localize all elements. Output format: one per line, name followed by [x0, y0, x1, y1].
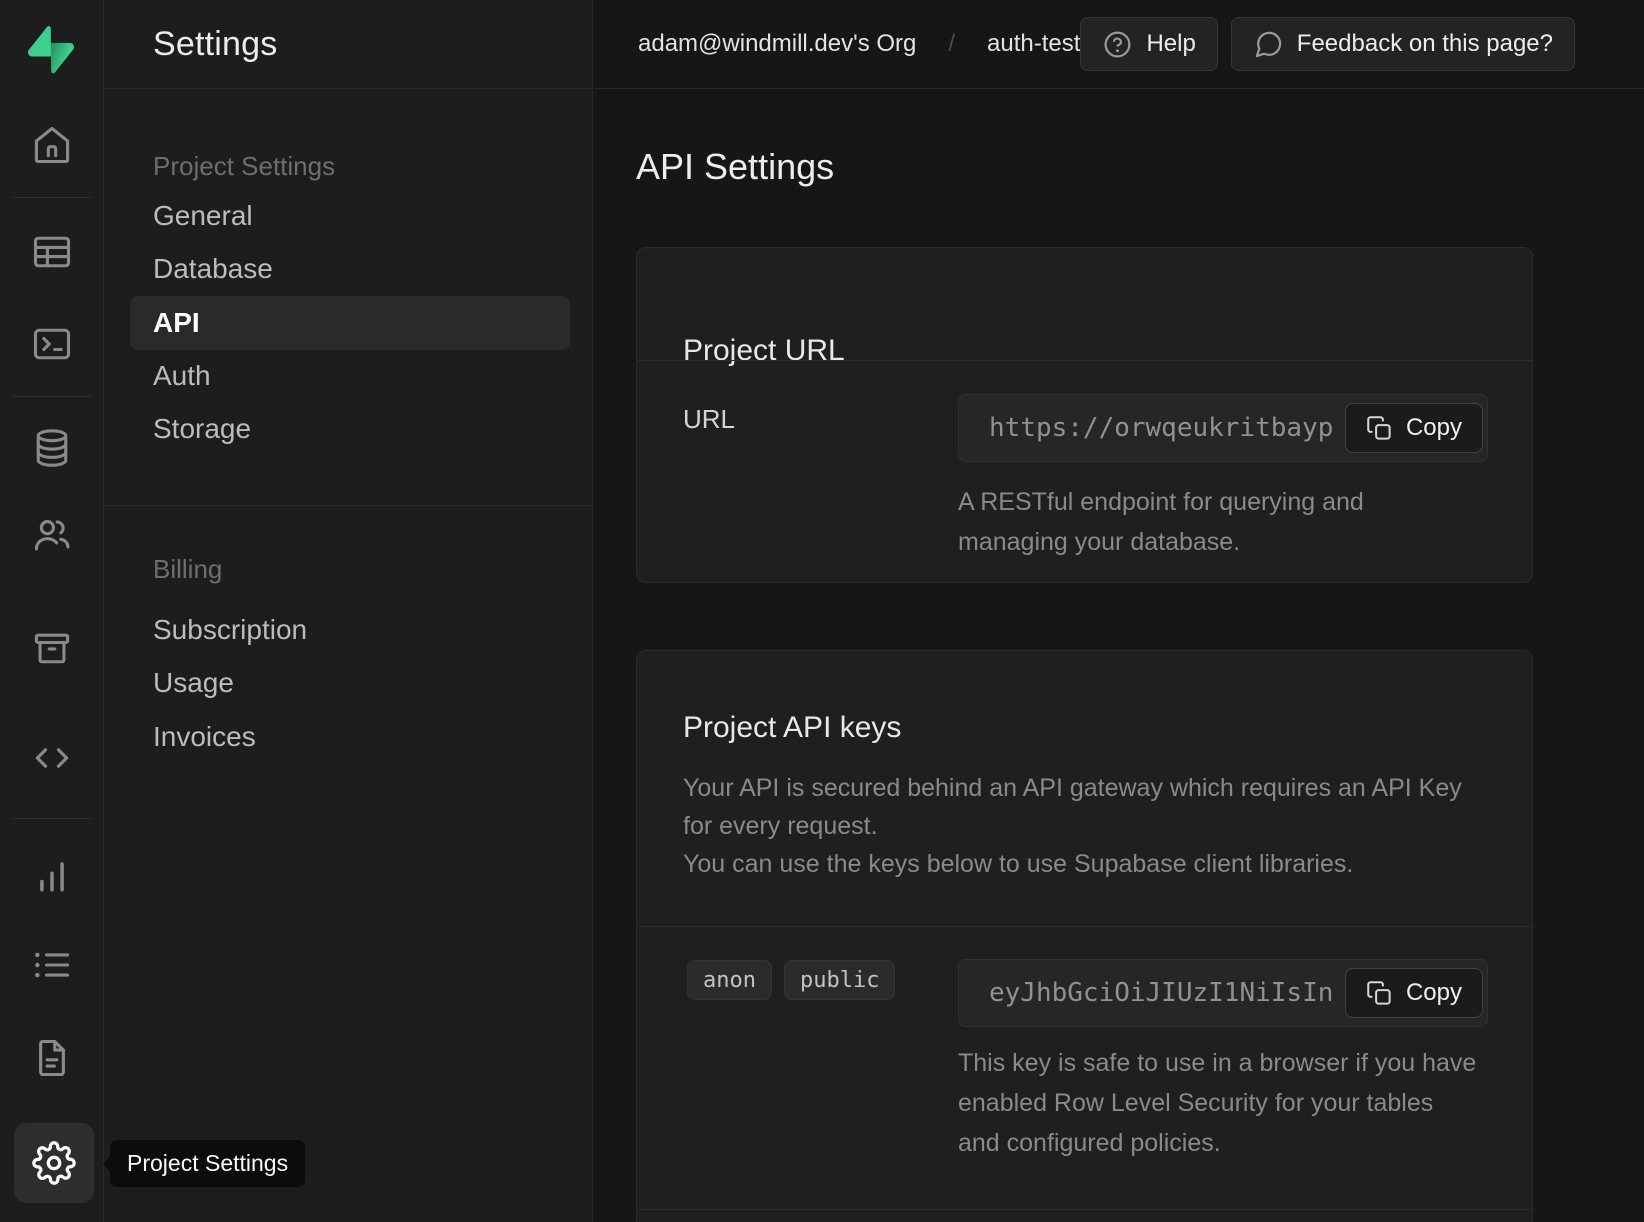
api-keys-description-line-2: You can use the keys below to use Supaba… — [683, 845, 1473, 883]
settings-nav-item-auth[interactable]: Auth — [130, 349, 570, 403]
sidebar-project-settings-button[interactable] — [14, 1123, 94, 1203]
sidebar-storage-button[interactable] — [28, 624, 76, 672]
api-keys-description-line-1: Your API is secured behind an API gatewa… — [683, 769, 1473, 845]
nav-section-heading-project-settings: Project Settings — [153, 139, 335, 193]
nav-divider — [104, 505, 592, 506]
breadcrumb-project[interactable]: auth-test — [987, 30, 1080, 58]
sidebar-sql-editor-button[interactable] — [28, 320, 76, 368]
settings-nav-item-usage[interactable]: Usage — [130, 656, 570, 710]
copy-anon-key-button[interactable]: Copy — [1345, 968, 1483, 1018]
project-url-input-group: https://orwqeukritbayp Copy — [958, 394, 1488, 462]
tooltip-label: Project Settings — [127, 1150, 288, 1177]
sidebar-auth-button[interactable] — [28, 511, 76, 559]
copy-icon — [1366, 980, 1393, 1007]
nav-section-heading-billing: Billing — [153, 542, 222, 596]
project-settings-tooltip: Project Settings — [110, 1140, 305, 1187]
help-circle-icon — [1102, 29, 1133, 60]
sidebar-edge-functions-button[interactable] — [28, 734, 76, 782]
file-document-icon — [30, 1036, 74, 1080]
breadcrumb-org[interactable]: adam@windmill.dev's Org — [638, 30, 916, 58]
help-button[interactable]: Help — [1080, 17, 1217, 71]
gear-icon — [32, 1141, 76, 1185]
code-icon — [30, 736, 74, 780]
settings-nav-item-database[interactable]: Database — [130, 242, 570, 296]
settings-nav-item-general[interactable]: General — [130, 189, 570, 243]
logs-list-icon — [30, 943, 74, 987]
anon-key-description: This key is safe to use in a browser if … — [958, 1043, 1478, 1163]
settings-nav-item-api[interactable]: API — [130, 296, 570, 350]
sql-editor-icon — [30, 322, 74, 366]
project-api-keys-card: Project API keys Your API is secured beh… — [636, 650, 1533, 1222]
api-key-badges: anon public — [687, 960, 895, 1000]
sidebar-logs-button[interactable] — [28, 941, 76, 989]
breadcrumb: adam@windmill.dev's Org / auth-test — [638, 30, 1080, 58]
breadcrumb-separator: / — [948, 30, 955, 58]
sidebar-api-docs-button[interactable] — [28, 1034, 76, 1082]
card-divider — [637, 926, 1532, 927]
settings-nav-item-invoices[interactable]: Invoices — [130, 710, 570, 764]
database-icon — [30, 426, 74, 470]
rail-divider — [14, 396, 90, 397]
main-header: adam@windmill.dev's Org / auth-test Help… — [594, 0, 1644, 89]
rail-divider — [14, 818, 90, 819]
sidebar-database-button[interactable] — [28, 424, 76, 472]
copy-icon — [1366, 415, 1393, 442]
settings-nav-item-subscription[interactable]: Subscription — [130, 603, 570, 657]
table-editor-icon — [30, 230, 74, 274]
feedback-button[interactable]: Feedback on this page? — [1231, 17, 1575, 71]
settings-nav-item-storage[interactable]: Storage — [130, 402, 570, 456]
icon-rail — [0, 0, 104, 1222]
url-field-label: URL — [683, 404, 735, 435]
auth-users-icon — [30, 513, 74, 557]
sidebar-home-button[interactable] — [28, 121, 76, 169]
card-divider — [637, 360, 1532, 361]
sidebar-table-editor-button[interactable] — [28, 228, 76, 276]
page-title: API Settings — [636, 146, 834, 188]
sidebar-reports-button[interactable] — [28, 852, 76, 900]
project-url-card: Project URL URL https://orwqeukritbayp C… — [636, 247, 1533, 583]
copy-url-button[interactable]: Copy — [1345, 403, 1483, 453]
bar-chart-icon — [30, 854, 74, 898]
home-icon — [30, 123, 74, 167]
copy-anon-key-button-label: Copy — [1406, 979, 1462, 1007]
project-url-card-title: Project URL — [683, 334, 845, 368]
settings-nav-title: Settings — [153, 25, 277, 64]
storage-icon — [30, 626, 74, 670]
public-badge: public — [784, 960, 895, 1000]
card-divider — [637, 1209, 1532, 1210]
supabase-logo[interactable] — [28, 26, 74, 72]
api-keys-card-description: Your API is secured behind an API gatewa… — [683, 769, 1473, 883]
anon-badge: anon — [687, 960, 772, 1000]
feedback-button-label: Feedback on this page? — [1297, 30, 1553, 58]
project-url-description: A RESTful endpoint for querying and mana… — [958, 482, 1408, 562]
copy-url-button-label: Copy — [1406, 414, 1462, 442]
help-button-label: Help — [1146, 30, 1195, 58]
anon-key-input-group: eyJhbGciOiJIUzI1NiIsIn Copy — [958, 959, 1488, 1027]
api-keys-card-title: Project API keys — [683, 711, 901, 745]
rail-divider — [14, 197, 90, 198]
settings-nav-header: Settings — [104, 0, 592, 89]
settings-nav-panel: Settings Project Settings General Databa… — [104, 0, 593, 1222]
main-area: adam@windmill.dev's Org / auth-test Help… — [594, 0, 1644, 1222]
feedback-bubble-icon — [1253, 29, 1284, 60]
